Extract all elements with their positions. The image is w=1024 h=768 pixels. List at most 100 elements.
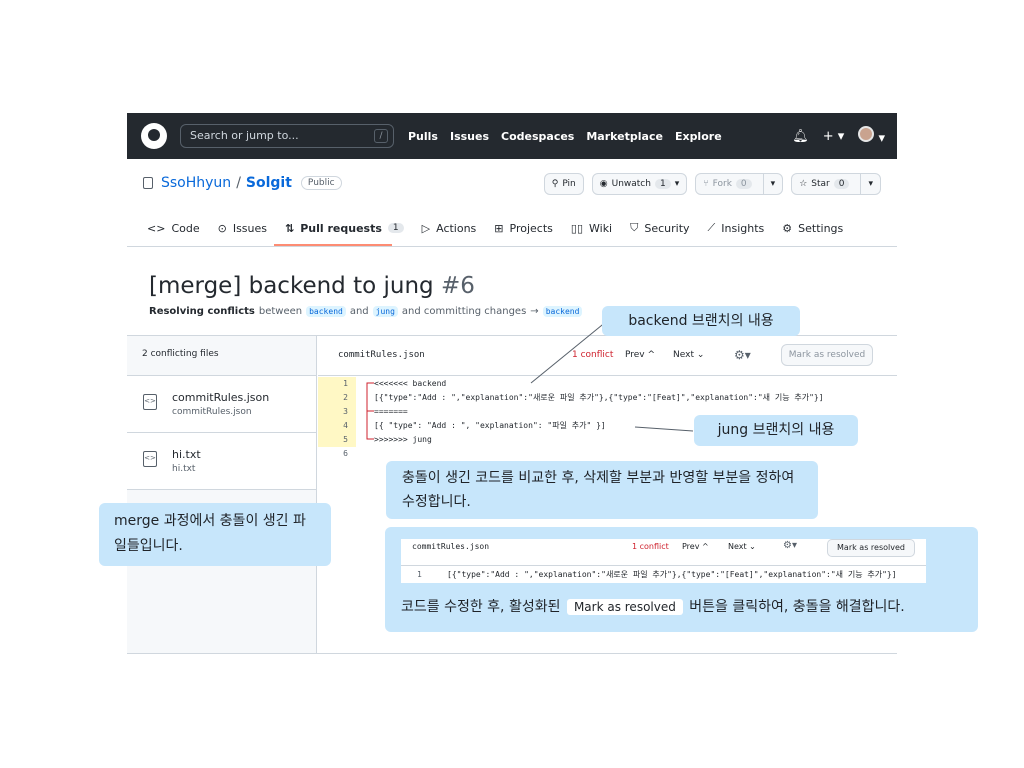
pin-button[interactable]: ⚲ Pin [543, 173, 584, 195]
nav-explore[interactable]: Explore [675, 130, 722, 143]
unwatch-label: Unwatch [611, 179, 651, 189]
fork-count: 0 [735, 179, 752, 189]
nav-pulls[interactable]: Pulls [408, 130, 438, 143]
repo-actions: ⚲ Pin ◉ Unwatch 1 ▾ ⑂ Fork 0 ▾ ☆ Star 0 … [543, 173, 881, 195]
and-label: and [349, 306, 369, 317]
mini-mark-as-resolved-button: Mark as resolved [827, 539, 915, 557]
tab-wiki[interactable]: ▯▯ Wiki [571, 217, 612, 239]
search-placeholder: Search or jump to... [190, 129, 299, 142]
repo-name-link[interactable]: Solgit [246, 175, 292, 191]
line-number: 4 [318, 419, 356, 433]
tab-issues[interactable]: ⊙ Issues [218, 217, 267, 239]
conflicting-files-heading: 2 conflicting files [127, 336, 316, 376]
editor-settings-gear-icon[interactable]: ⚙▾ [734, 348, 751, 362]
prev-conflict-button[interactable]: Prev ^ [625, 350, 655, 360]
mini-conflict-count: 1 conflict [632, 542, 669, 551]
mini-gear-icon: ⚙▾ [783, 540, 797, 551]
unwatch-button[interactable]: ◉ Unwatch 1 ▾ [591, 173, 688, 195]
tab-pull-requests-label: Pull requests [300, 221, 382, 235]
play-icon: ▷ [421, 221, 431, 235]
top-header: Search or jump to... / Pulls Issues Code… [127, 113, 897, 159]
line-number: 3 [318, 405, 356, 419]
branch-target[interactable]: backend [542, 306, 583, 317]
tab-projects[interactable]: ⊞ Projects [494, 217, 553, 239]
file-name: commitRules.json [172, 391, 270, 404]
jung-branch-callout: jung 브랜치의 내용 [694, 415, 858, 446]
chevron-down-icon: ▾ [674, 179, 680, 189]
pr-number: #6 [440, 273, 475, 299]
mini-line-text: [{"type":"Add : ","explanation":"새로운 파일 … [447, 570, 897, 579]
issue-icon: ⊙ [217, 221, 227, 235]
tab-insights[interactable]: ⟋ Insights [708, 217, 765, 239]
header-actions: 🔔︎ + ▾ ▾ [792, 113, 885, 159]
repo-tabs: <> Code ⊙ Issues ⇅ Pull requests 1 ▷ Actions … [147, 217, 843, 239]
tab-code-label: Code [171, 221, 200, 235]
star-dropdown-button[interactable]: ▾ [860, 174, 880, 194]
star-button[interactable]: ☆ Star 0 [792, 174, 856, 194]
github-logo-icon[interactable] [141, 123, 167, 149]
tab-pull-requests[interactable]: ⇅ Pull requests 1 [285, 217, 404, 239]
tab-security[interactable]: ⛉ Security [630, 217, 689, 239]
line-text: [{ "type": "Add : ", "explanation": "파일 … [374, 421, 606, 430]
pull-request-icon: ⇅ [285, 221, 295, 235]
mini-prev-button: Prev ^ [682, 542, 709, 551]
search-input[interactable]: Search or jump to... / [180, 124, 394, 148]
file-path: hi.txt [172, 464, 196, 474]
committing-label: and committing changes [401, 306, 527, 317]
tab-actions-label: Actions [436, 221, 477, 235]
next-conflict-button[interactable]: Next ⌄ [673, 350, 704, 360]
pin-icon: ⚲ [551, 179, 559, 189]
nav-issues[interactable]: Issues [450, 130, 489, 143]
tab-settings[interactable]: ⚙ Settings [782, 217, 843, 239]
tab-projects-label: Projects [509, 221, 553, 235]
fork-button-group: ⑂ Fork 0 ▾ [695, 173, 784, 195]
table-icon: ⊞ [494, 221, 504, 235]
branch-to[interactable]: jung [372, 306, 398, 317]
avatar[interactable]: ▾ [858, 126, 885, 146]
file-name: hi.txt [172, 448, 201, 461]
jung-branch-callout-text: jung 브랜치의 내용 [717, 422, 835, 438]
pr-subtitle: Resolving conflicts between backend and … [149, 306, 583, 317]
conflict-files-callout-text: merge 과정에서 충돌이 생긴 파일들입니다. [114, 513, 306, 554]
tab-insights-label: Insights [721, 221, 765, 235]
conflict-count: 1 conflict [572, 350, 614, 360]
star-icon: ☆ [799, 179, 808, 189]
resolve-callout-before: 코드를 수정한 후, 활성화된 [401, 599, 561, 615]
nav-marketplace[interactable]: Marketplace [586, 130, 663, 143]
resolve-callout: commitRules.json 1 conflict Prev ^ Next … [385, 527, 978, 632]
shield-icon: ⛉ [630, 221, 639, 234]
line-text: >>>>>>> jung [374, 435, 432, 444]
mini-editor-preview: commitRules.json 1 conflict Prev ^ Next … [401, 539, 926, 583]
branch-from[interactable]: backend [306, 306, 346, 317]
line-number: 2 [318, 391, 356, 405]
nav-codespaces[interactable]: Codespaces [501, 130, 574, 143]
fork-dropdown-button[interactable]: ▾ [762, 174, 783, 194]
search-shortcut-key: / [374, 129, 388, 143]
fork-button[interactable]: ⑂ Fork 0 [696, 174, 758, 194]
conflict-files-callout: merge 과정에서 충돌이 생긴 파일들입니다. [99, 503, 331, 566]
eye-icon: ◉ [599, 179, 608, 189]
file-item[interactable]: <> commitRules.json commitRules.json [127, 376, 316, 433]
repo-separator: / [236, 175, 241, 191]
repo-owner-link[interactable]: SsoHhyun [161, 175, 231, 191]
editor-filename: commitRules.json [338, 350, 425, 360]
line-text: <<<<<<< backend [374, 379, 447, 388]
file-item[interactable]: <> hi.txt hi.txt [127, 433, 316, 490]
tab-actions[interactable]: ▷ Actions [422, 217, 477, 239]
mark-as-resolved-button[interactable]: Mark as resolved [781, 344, 873, 366]
repo-breadcrumb: SsoHhyun / Solgit Public [143, 175, 342, 191]
tabs-divider [127, 246, 897, 247]
mini-code-line: 1 [{"type":"Add : ","explanation":"새로운 파… [401, 565, 926, 583]
tab-code[interactable]: <> Code [147, 217, 200, 239]
file-code-icon: <> [143, 451, 157, 467]
backend-branch-callout: backend 브랜치의 내용 [602, 306, 800, 336]
bell-icon[interactable]: 🔔︎ [792, 129, 809, 144]
plus-icon[interactable]: + ▾ [823, 129, 845, 144]
fork-label: Fork [712, 179, 732, 189]
tab-issues-label: Issues [232, 221, 268, 235]
arrow-right-icon: → [530, 306, 539, 317]
mini-filename: commitRules.json [412, 542, 490, 551]
line-text: ======= [374, 407, 408, 416]
tab-settings-label: Settings [798, 221, 844, 235]
unwatch-count: 1 [654, 179, 671, 189]
